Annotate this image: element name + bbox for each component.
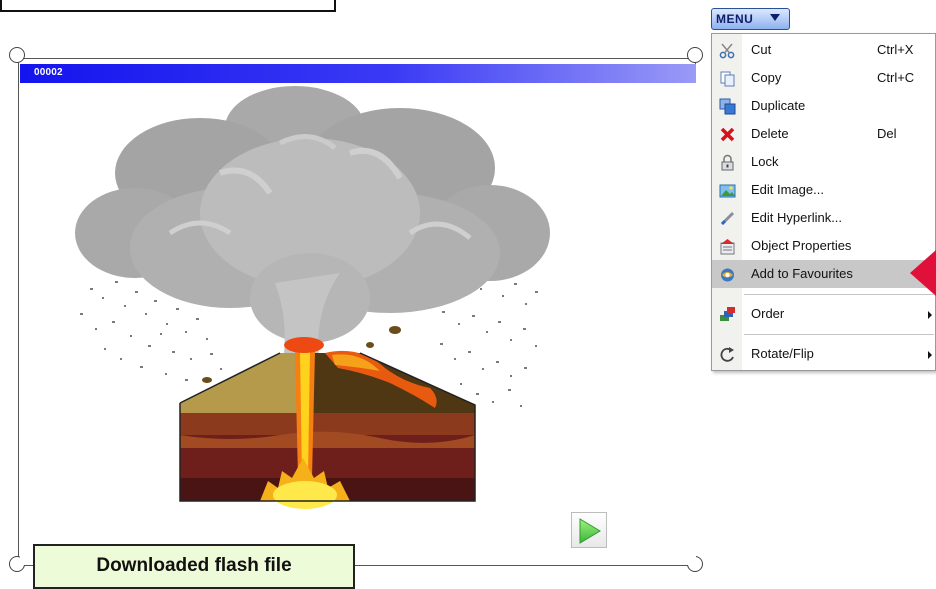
menu-item-shortcut: Ctrl+C <box>877 70 915 85</box>
menu-item-rotate-flip[interactable]: Rotate/Flip <box>712 340 935 368</box>
caption-text: Downloaded flash file <box>96 555 292 576</box>
submenu-arrow-icon <box>928 351 932 359</box>
flash-stage[interactable] <box>20 83 696 565</box>
caption-callout: Downloaded flash file <box>33 544 355 589</box>
resize-handle-top-right[interactable] <box>687 47 703 63</box>
callout-pointer-arrow <box>910 250 936 296</box>
scissors-icon <box>719 43 735 59</box>
menu-item-label: Order <box>751 306 785 321</box>
flash-title-bar: 00002 <box>20 64 696 83</box>
properties-icon <box>720 239 735 255</box>
menu-item-label: Duplicate <box>751 98 806 113</box>
menu-item-add-to-favourites[interactable]: Add to Favourites <box>712 260 935 288</box>
hyperlink-icon <box>720 211 735 226</box>
edit-image-icon <box>719 184 736 198</box>
menu-item-shortcut: Ctrl+X <box>877 42 914 57</box>
callout-box-top <box>0 0 336 12</box>
menu-button-label: MENU <box>716 12 754 26</box>
menu-item-label: Delete <box>751 126 789 141</box>
rotate-icon <box>720 347 734 362</box>
menu-item-cut[interactable]: Cut Ctrl+X <box>712 36 935 64</box>
duplicate-icon <box>719 98 736 115</box>
menu-item-label: Object Properties <box>751 238 852 253</box>
resize-handle-top-left[interactable] <box>9 47 25 63</box>
menu-item-label: Edit Hyperlink... <box>751 210 843 225</box>
menu-item-label: Add to Favourites <box>751 266 853 281</box>
menu-item-lock[interactable]: Lock <box>712 148 935 176</box>
menu-item-delete[interactable]: Delete Del <box>712 120 935 148</box>
submenu-arrow-icon <box>928 311 932 319</box>
favourites-icon <box>721 268 734 282</box>
menu-item-object-properties[interactable]: Object Properties <box>712 232 935 260</box>
menu-item-copy[interactable]: Copy Ctrl+C <box>712 64 935 92</box>
volcano-illustration <box>75 86 550 509</box>
menu-item-label: Cut <box>751 42 772 57</box>
menu-item-edit-image[interactable]: Edit Image... <box>712 176 935 204</box>
ash-cloud <box>75 86 550 368</box>
flash-title: 00002 <box>34 67 63 78</box>
menu-item-edit-hyperlink[interactable]: Edit Hyperlink... <box>712 204 935 232</box>
chevron-down-icon <box>770 14 780 21</box>
play-button[interactable] <box>571 512 607 548</box>
context-menu: Cut Ctrl+X Copy Ctrl+C Duplicate Delete … <box>711 33 936 371</box>
menu-separator <box>744 334 934 335</box>
menu-separator <box>744 294 934 295</box>
delete-x-icon <box>720 127 735 142</box>
menu-item-label: Rotate/Flip <box>751 346 814 361</box>
order-icon <box>720 307 735 321</box>
menu-button[interactable]: MENU <box>711 8 790 30</box>
copy-icon <box>720 71 735 87</box>
menu-item-duplicate[interactable]: Duplicate <box>712 92 935 120</box>
menu-item-order[interactable]: Order <box>712 300 935 328</box>
lock-icon <box>721 154 734 171</box>
menu-item-label: Lock <box>751 154 779 169</box>
play-icon <box>579 518 601 544</box>
volcano-cone <box>179 326 476 509</box>
menu-item-label: Edit Image... <box>751 182 824 197</box>
menu-item-label: Copy <box>751 70 782 85</box>
menu-item-shortcut: Del <box>877 126 897 141</box>
